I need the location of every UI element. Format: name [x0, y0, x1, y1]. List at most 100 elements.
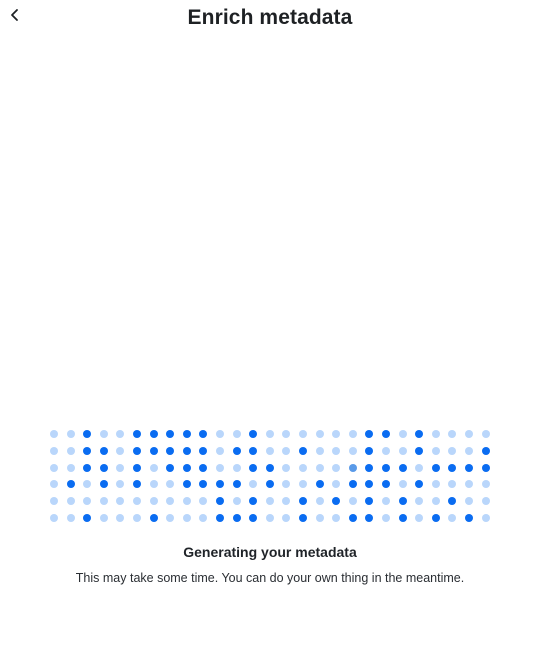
loading-dot	[431, 497, 440, 506]
loading-dot	[448, 514, 457, 522]
loading-dot	[66, 446, 75, 455]
loading-dot	[99, 514, 108, 522]
loading-dot	[199, 430, 208, 438]
loading-dot	[216, 446, 224, 455]
loading-dot	[265, 480, 274, 489]
loading-dot	[382, 497, 390, 506]
loading-dot	[166, 497, 175, 506]
loading-dot	[265, 446, 274, 455]
loading-dot	[166, 480, 175, 489]
loading-dot	[99, 480, 108, 489]
loading-dot	[332, 430, 341, 438]
loading-dot	[149, 514, 158, 522]
loading-dot	[265, 514, 274, 522]
loading-dot	[249, 430, 258, 438]
loading-dot	[133, 480, 141, 489]
loading-dot	[83, 480, 92, 489]
loading-dot	[133, 430, 141, 438]
loading-dot	[199, 446, 208, 455]
loading-dot	[299, 430, 307, 438]
loading-dot	[50, 430, 58, 438]
loading-dot	[265, 463, 274, 472]
loading-dot	[216, 497, 224, 506]
page-title: Enrich metadata	[187, 6, 353, 29]
loading-dot	[398, 480, 407, 489]
loading-dot	[99, 497, 108, 506]
loading-dot	[282, 514, 291, 522]
loading-dot	[299, 497, 307, 506]
loading-dot	[116, 430, 125, 438]
loading-dot	[398, 514, 407, 522]
loading-dot	[66, 497, 75, 506]
loading-dot	[166, 463, 175, 472]
loading-dot	[83, 514, 92, 522]
loading-dot	[365, 480, 374, 489]
loading-dot	[232, 497, 241, 506]
loading-dot	[415, 514, 424, 522]
loading-dot	[382, 514, 390, 522]
loading-dot	[465, 463, 473, 472]
loading-dot	[315, 514, 324, 522]
loading-dot	[299, 463, 307, 472]
loading-dot	[332, 446, 341, 455]
loading-dot	[299, 480, 307, 489]
loading-dot	[99, 446, 108, 455]
loading-dot	[249, 446, 258, 455]
loading-dot	[116, 514, 125, 522]
loading-dot	[99, 463, 108, 472]
loading-dot	[348, 514, 357, 522]
loading-dot	[133, 497, 141, 506]
loading-dot	[448, 446, 457, 455]
loading-dot	[465, 480, 473, 489]
loading-dot	[431, 446, 440, 455]
loading-dot	[166, 514, 175, 522]
loading-dot	[149, 497, 158, 506]
loading-dot	[282, 480, 291, 489]
loading-dot	[182, 463, 191, 472]
loading-dot	[365, 446, 374, 455]
loading-dot	[50, 480, 58, 489]
loading-dot	[448, 430, 457, 438]
loading-dot	[282, 446, 291, 455]
loading-dot	[116, 480, 125, 489]
loading-dot	[83, 463, 92, 472]
loading-dot	[149, 430, 158, 438]
loading-dot	[465, 497, 473, 506]
loading-dot	[249, 480, 258, 489]
loading-dot	[382, 430, 390, 438]
loading-dot	[133, 514, 141, 522]
loading-dot	[332, 514, 341, 522]
loading-dot	[481, 430, 490, 438]
loading-dot	[282, 497, 291, 506]
loading-dot	[265, 497, 274, 506]
loading-dot	[116, 463, 125, 472]
status-title: Generating your metadata	[183, 544, 357, 560]
loading-dot	[50, 463, 58, 472]
loading-dot	[315, 430, 324, 438]
loading-dot	[431, 480, 440, 489]
loading-dot	[348, 430, 357, 438]
loading-dot	[431, 514, 440, 522]
loading-dot	[398, 463, 407, 472]
loading-dot	[415, 497, 424, 506]
loading-dot	[232, 480, 241, 489]
loading-dot	[83, 497, 92, 506]
loading-dot	[481, 463, 490, 472]
loading-dot	[199, 480, 208, 489]
loading-dot	[332, 463, 341, 472]
loading-dot	[216, 430, 224, 438]
loading-dot	[382, 446, 390, 455]
loading-dot	[66, 514, 75, 522]
loading-dot	[431, 430, 440, 438]
loading-dot	[66, 430, 75, 438]
loading-dot	[83, 430, 92, 438]
loading-dot	[315, 463, 324, 472]
loading-dots-animation	[50, 430, 490, 530]
loading-dot	[265, 430, 274, 438]
loading-dot	[348, 497, 357, 506]
loading-dot	[481, 497, 490, 506]
loading-dot	[481, 514, 490, 522]
loading-dot	[365, 463, 374, 472]
loading-dot	[232, 463, 241, 472]
loading-dot	[249, 514, 258, 522]
